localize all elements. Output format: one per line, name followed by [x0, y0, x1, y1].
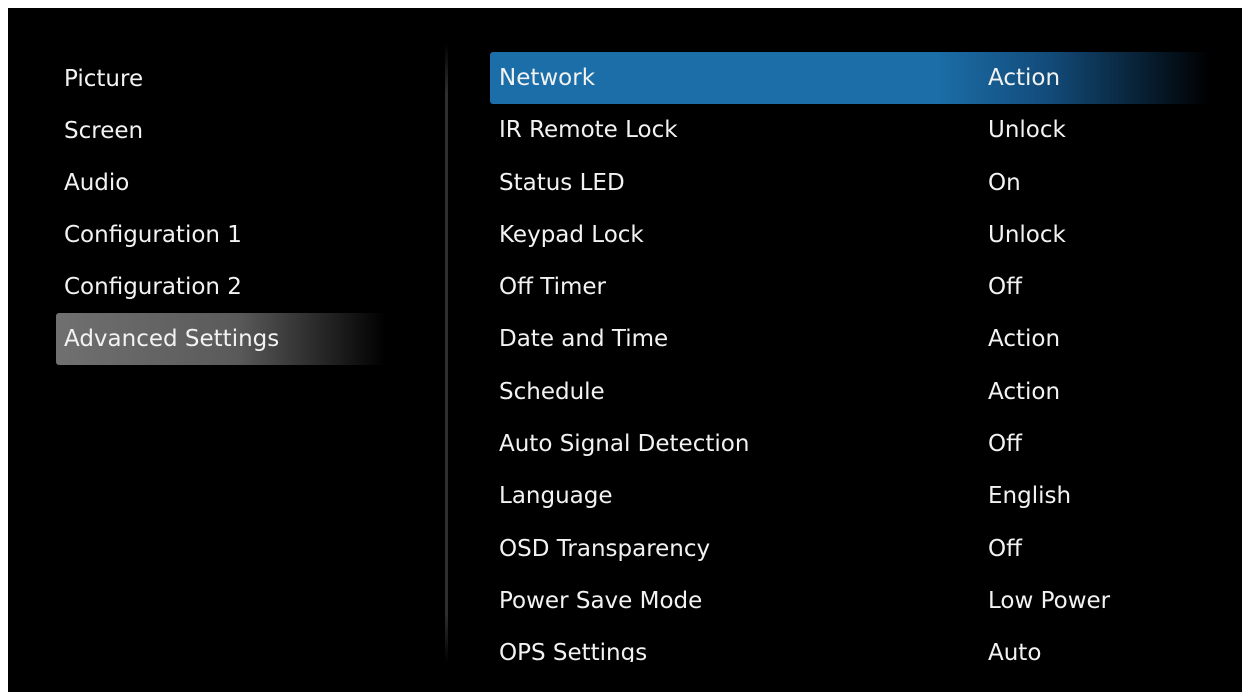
setting-value: Action — [988, 326, 1061, 353]
category-menu: Picture Screen Audio Configuration 1 Con… — [56, 53, 386, 365]
setting-label: Off Timer — [499, 274, 607, 301]
setting-value: Off — [988, 274, 1022, 301]
menu-item-label: Picture — [64, 66, 144, 92]
menu-item-advanced-settings[interactable]: Advanced Settings — [56, 313, 386, 365]
setting-row-status-led[interactable]: Status LED On — [490, 157, 1210, 209]
menu-item-label: Advanced Settings — [64, 326, 280, 352]
setting-label: Date and Time — [499, 326, 669, 353]
setting-label: OSD Transparency — [499, 535, 711, 562]
setting-row-power-save-mode[interactable]: Power Save Mode Low Power — [490, 575, 1210, 627]
setting-label: IR Remote Lock — [499, 117, 678, 144]
setting-row-ops-settings[interactable]: OPS Settings Auto — [490, 627, 1210, 662]
setting-row-off-timer[interactable]: Off Timer Off — [490, 261, 1210, 313]
menu-item-picture[interactable]: Picture — [56, 53, 386, 105]
setting-value: Low Power — [988, 587, 1111, 614]
setting-value: Unlock — [988, 221, 1066, 248]
setting-row-osd-transparency[interactable]: OSD Transparency Off — [490, 523, 1210, 575]
menu-item-screen[interactable]: Screen — [56, 105, 386, 157]
menu-item-label: Configuration 2 — [64, 274, 242, 300]
setting-value: Action — [988, 65, 1061, 91]
setting-label: Network — [499, 65, 596, 91]
setting-row-language[interactable]: Language English — [490, 470, 1210, 522]
setting-row-keypad-lock[interactable]: Keypad Lock Unlock — [490, 209, 1210, 261]
menu-item-label: Configuration 1 — [64, 222, 242, 248]
setting-row-auto-signal-detection[interactable]: Auto Signal Detection Off — [490, 418, 1210, 470]
setting-label: Auto Signal Detection — [499, 431, 750, 458]
setting-row-network[interactable]: Network Action — [490, 52, 1210, 105]
setting-value: Action — [988, 378, 1061, 405]
menu-item-label: Screen — [64, 118, 144, 144]
osd-screen: Picture Screen Audio Configuration 1 Con… — [8, 8, 1242, 692]
setting-label: OPS Settings — [499, 640, 648, 662]
setting-value: English — [988, 483, 1072, 510]
menu-item-audio[interactable]: Audio — [56, 157, 386, 209]
setting-label: Keypad Lock — [499, 221, 644, 248]
setting-value: Unlock — [988, 117, 1066, 144]
setting-label: Schedule — [499, 378, 605, 405]
menu-item-label: Audio — [64, 170, 130, 196]
setting-value: Auto — [988, 640, 1042, 662]
setting-row-date-and-time[interactable]: Date and Time Action — [490, 313, 1210, 365]
menu-item-configuration-1[interactable]: Configuration 1 — [56, 209, 386, 261]
settings-list: Network Action IR Remote Lock Unlock Sta… — [490, 52, 1210, 662]
setting-value: Off — [988, 431, 1022, 458]
setting-row-ir-remote-lock[interactable]: IR Remote Lock Unlock — [490, 104, 1210, 156]
setting-value: On — [988, 169, 1021, 196]
setting-label: Status LED — [499, 169, 625, 196]
setting-row-schedule[interactable]: Schedule Action — [490, 366, 1210, 418]
setting-label: Language — [499, 483, 613, 510]
setting-value: Off — [988, 535, 1022, 562]
menu-divider — [445, 43, 448, 663]
menu-item-configuration-2[interactable]: Configuration 2 — [56, 261, 386, 313]
setting-label: Power Save Mode — [499, 587, 703, 614]
